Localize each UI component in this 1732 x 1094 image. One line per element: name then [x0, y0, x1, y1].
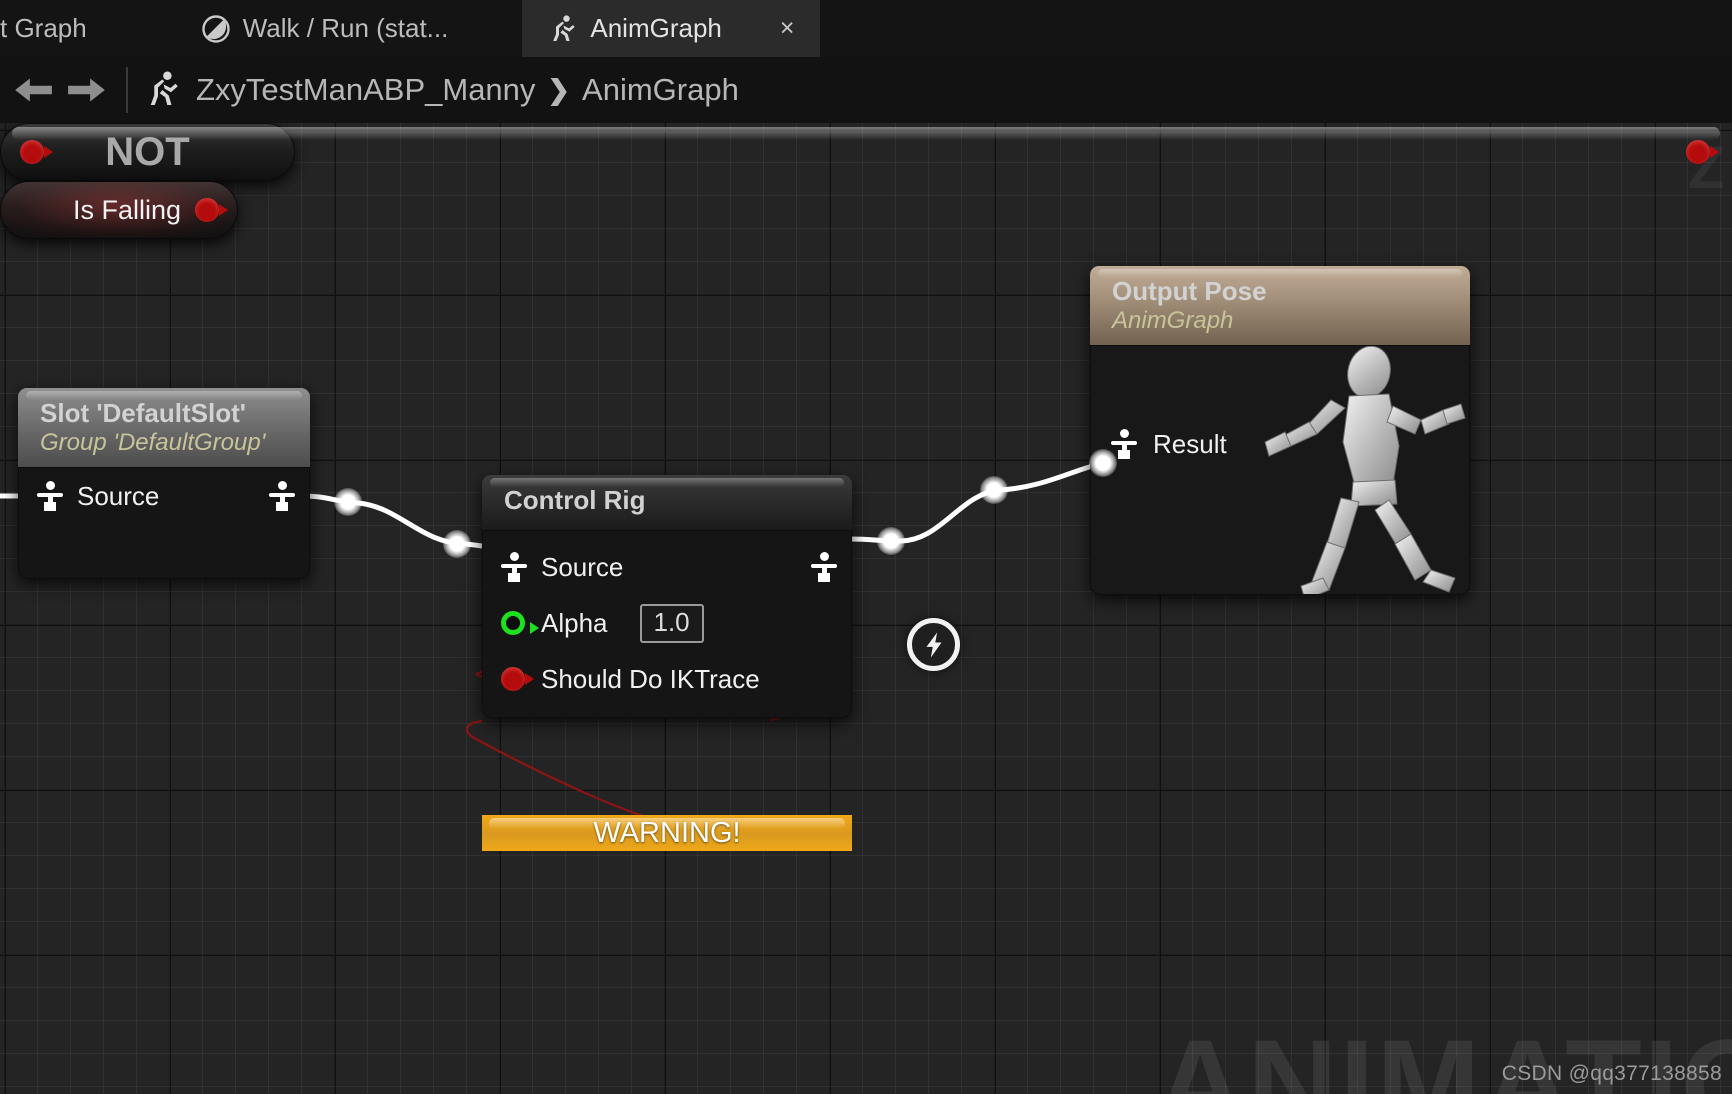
breadcrumb-asset[interactable]: ZxyTestManABP_Manny — [196, 72, 535, 108]
lightning-bolt-icon[interactable] — [907, 618, 960, 671]
back-button[interactable] — [6, 57, 60, 123]
node-is-falling[interactable]: Is Falling — [0, 181, 238, 239]
float-pin-alpha[interactable] — [501, 611, 539, 635]
bool-pin-return-value[interactable] — [195, 198, 228, 222]
pose-pin-icon-output[interactable] — [269, 481, 295, 511]
pose-pin-icon-input[interactable] — [501, 552, 527, 582]
breadcrumb-graph[interactable]: AnimGraph — [582, 72, 739, 108]
pin-row-should-do-iktrace: Should Do IKTrace — [501, 651, 837, 707]
anim-run-icon — [548, 14, 578, 44]
forward-button[interactable] — [60, 57, 114, 123]
bool-pin-should-do-iktrace[interactable] — [501, 667, 534, 691]
pose-pin-icon-input[interactable] — [37, 481, 63, 511]
wire-knot — [443, 530, 471, 558]
bool-pin-output[interactable] — [1686, 140, 1719, 164]
wire-knot — [980, 476, 1008, 504]
warning-text: WARNING! — [593, 816, 741, 849]
node-subtitle: AnimGraph — [1112, 307, 1234, 334]
node-title: Slot 'DefaultSlot' — [40, 398, 246, 428]
wire-knot — [877, 527, 905, 555]
node-body: Source — [18, 467, 310, 579]
pin-label-source: Source — [541, 551, 624, 582]
close-icon[interactable]: × — [780, 16, 795, 41]
node-body: Result — [1090, 345, 1470, 595]
node-slot-defaultslot[interactable]: Slot 'DefaultSlot' Group 'DefaultGroup' … — [18, 388, 310, 579]
tab-label: t Graph — [0, 13, 87, 43]
tab-animgraph[interactable]: AnimGraph × — [522, 0, 821, 57]
breadcrumb-separator-icon: ❯ — [547, 74, 571, 105]
arrow-left-icon — [15, 78, 52, 102]
pose-pin-icon-result[interactable] — [1111, 429, 1137, 459]
node-title: Control Rig — [504, 485, 646, 515]
animgraph-editor-window: t Graph Walk / Run (stat... AnimGraph × … — [0, 0, 1732, 1094]
pin-label-result: Result — [1153, 428, 1227, 459]
breadcrumb-bar: ZxyTestManABP_Manny ❯ AnimGraph — [0, 57, 1732, 123]
tab-walk-run-statemachine[interactable]: Walk / Run (stat... — [175, 0, 475, 57]
tab-event-graph[interactable]: t Graph — [0, 0, 113, 57]
pin-label-alpha: Alpha — [541, 607, 608, 638]
node-subtitle: Group 'DefaultGroup' — [40, 429, 266, 456]
credit-watermark: CSDN @qq377138858 — [1501, 1062, 1722, 1085]
node-title: Output Pose — [1112, 276, 1267, 306]
editor-tab-strip: t Graph Walk / Run (stat... AnimGraph × — [0, 0, 1732, 57]
pin-row-alpha: Alpha 1.0 — [501, 595, 837, 651]
node-header: Output Pose AnimGraph — [1090, 266, 1470, 345]
alpha-value-field[interactable]: 1.0 — [639, 603, 704, 643]
wire-knot — [334, 488, 362, 516]
breadcrumb-divider — [126, 67, 128, 113]
pin-row-result: Result — [1091, 416, 1469, 472]
statemachine-icon — [201, 14, 231, 44]
node-body: Source Alpha 1.0 Should Do IKTrace — [482, 530, 852, 718]
node-output-pose[interactable]: Output Pose AnimGraph Result — [1090, 266, 1470, 595]
connection-wire-layer — [0, 460, 1111, 828]
pin-label-source: Source — [77, 480, 160, 511]
node-header: Control Rig — [482, 475, 852, 530]
pin-row-source: Source — [501, 539, 837, 595]
node-warning-banner: WARNING! — [482, 815, 852, 851]
node-control-rig[interactable]: Control Rig Source Alpha 1.0 Should Do I… — [482, 475, 852, 851]
pin-label-should-do-iktrace: Should Do IKTrace — [541, 663, 760, 694]
tab-label: AnimGraph — [590, 13, 722, 43]
arrow-right-icon — [68, 78, 105, 102]
tab-label: Walk / Run (stat... — [242, 13, 449, 43]
anim-run-icon — [144, 70, 182, 110]
node-header: Slot 'DefaultSlot' Group 'DefaultGroup' — [18, 388, 310, 467]
pose-pin-icon-output[interactable] — [811, 552, 837, 582]
bool-pin-input[interactable] — [20, 140, 53, 164]
node-title: Is Falling — [72, 194, 181, 225]
graph-canvas[interactable]: Z ANIMATIO Slot 'DefaultSlot' Group 'Def… — [0, 123, 1732, 1094]
